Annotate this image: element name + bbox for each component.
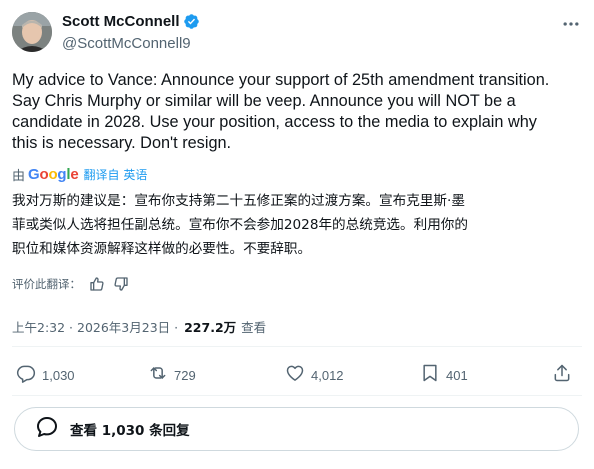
author-row: Scott McConnell (62, 13, 200, 30)
view-count-label: 查看 (241, 320, 267, 335)
translated-line: 职位和媒体资源解释这样做的必要性。不要辞职。 (12, 241, 312, 257)
action-bar: 1,030 729 4,012 401 (12, 360, 582, 390)
translation-by: 由 (12, 168, 26, 183)
reply-icon (16, 363, 36, 387)
translation-attribution: 由 Google 翻译自 英语 (12, 165, 147, 184)
tweet-timestamp[interactable]: 上午2:32 · 2026年3月23日 · (12, 317, 178, 336)
translated-text: 我对万斯的建议是：宣布你支持第二十五修正案的过渡方案。宣布克里斯·墨 菲或类似人… (12, 189, 587, 261)
tweet-line: Say Chris Murphy or similar will be veep… (12, 92, 516, 110)
translated-line: 菲或类似人选将担任副总统。宣布你不会参加2028年的总统竞选。利用你的 (12, 217, 468, 233)
author-name[interactable]: Scott McConnell (62, 13, 180, 30)
share-icon (552, 363, 572, 387)
tweet-line: this is necessary. Don't resign. (12, 134, 232, 152)
tweet-line: candidate in 2028. Use your position, ac… (12, 113, 537, 131)
google-logo: Google (28, 166, 79, 183)
tweet-text: My advice to Vance: Announce your suppor… (12, 70, 587, 154)
view-count[interactable]: 227.2万 (184, 317, 236, 336)
divider (12, 395, 582, 396)
rate-translation-label: 评价此翻译： (12, 277, 81, 291)
reply-count: 1,030 (42, 367, 75, 383)
like-button[interactable]: 4,012 (285, 360, 344, 390)
repost-button[interactable]: 729 (148, 360, 196, 390)
translated-from-link[interactable]: 翻译自 英语 (84, 166, 148, 183)
thumbs-up-icon[interactable] (89, 276, 105, 292)
reply-button[interactable]: 1,030 (16, 360, 75, 390)
avatar[interactable] (12, 12, 52, 52)
repost-count: 729 (174, 367, 196, 383)
divider (12, 346, 582, 347)
rate-translation-row: 评价此翻译： (12, 276, 129, 292)
heart-icon (285, 363, 305, 387)
like-count: 4,012 (311, 367, 344, 383)
view-replies-label: 查看 1,030 条回复 (70, 423, 190, 439)
bookmark-button[interactable]: 401 (420, 360, 468, 390)
view-replies-button[interactable]: 查看 1,030 条回复 (14, 407, 579, 451)
thumbs-down-icon[interactable] (113, 276, 129, 292)
tweet-meta: 上午2:32 · 2026年3月23日 · 227.2万 查看 (12, 317, 266, 336)
share-button[interactable] (552, 360, 572, 390)
reply-bubble-icon (15, 415, 59, 443)
verified-badge-icon (183, 13, 200, 30)
tweet-line: My advice to Vance: Announce your suppor… (12, 71, 550, 89)
repost-icon (148, 363, 168, 387)
author-handle[interactable]: @ScottMcConnell9 (62, 35, 191, 52)
more-options-icon[interactable] (561, 14, 581, 34)
bookmark-count: 401 (446, 367, 468, 383)
bookmark-icon (420, 363, 440, 387)
translated-line: 我对万斯的建议是：宣布你支持第二十五修正案的过渡方案。宣布克里斯·墨 (12, 193, 465, 209)
